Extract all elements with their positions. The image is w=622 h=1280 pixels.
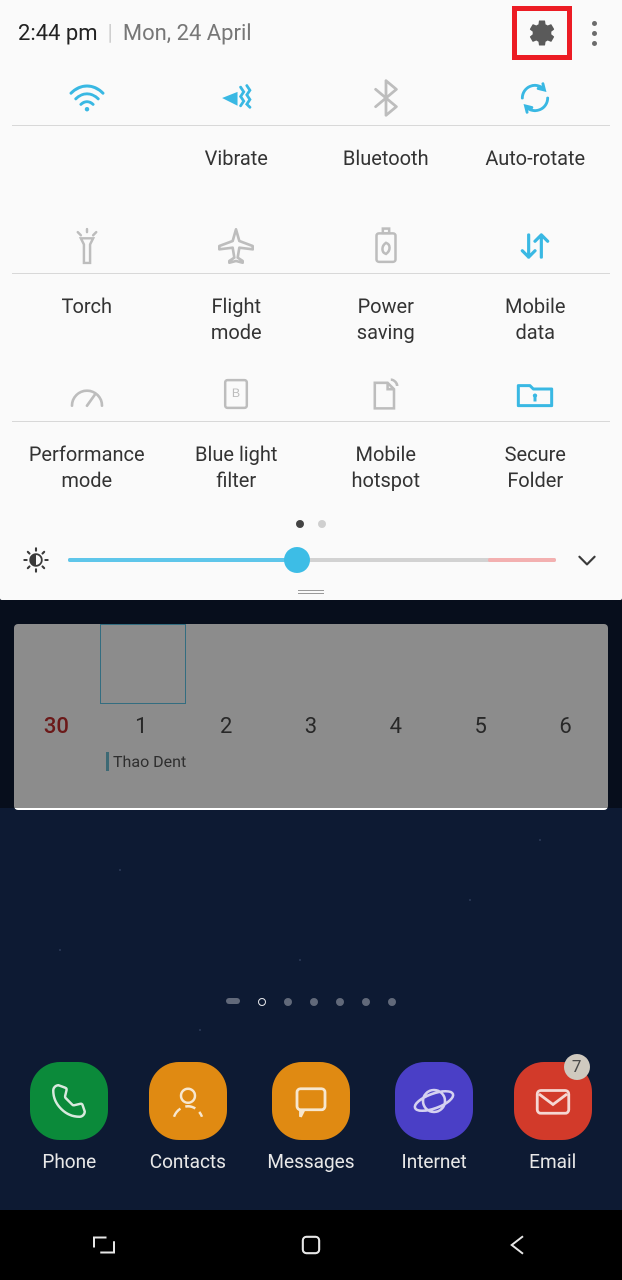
dock: Phone Contacts Messages Internet 7 Ema (0, 1062, 622, 1173)
panel-handle[interactable] (298, 590, 324, 594)
home-dot (284, 998, 292, 1006)
app-contacts[interactable]: Contacts (149, 1062, 227, 1173)
bluetooth-icon (373, 79, 399, 117)
gauge-icon (67, 378, 107, 410)
recents-button[interactable] (89, 1230, 119, 1260)
toggle-label: Vibrate (205, 146, 268, 198)
highlight-box (512, 6, 572, 60)
app-messages[interactable]: Messages (267, 1062, 354, 1173)
qs-page-indicator[interactable] (0, 516, 622, 546)
toggle-bluetooth[interactable]: Bluetooth (311, 66, 461, 214)
app-email[interactable]: 7 Email (514, 1062, 592, 1173)
battery-leaf-icon (371, 227, 401, 265)
back-button[interactable] (503, 1230, 533, 1260)
phone-icon (48, 1080, 90, 1122)
status-row: 2:44 pm | Mon, 24 April (0, 0, 622, 66)
toggle-label: Mobilehotspot (352, 442, 420, 494)
home-button[interactable] (297, 1231, 325, 1259)
toggle-autorotate[interactable]: Auto-rotate (461, 66, 611, 214)
nav-bar (0, 1210, 622, 1280)
toggle-securefolder[interactable]: SecureFolder (461, 362, 611, 510)
qs-dot-active (296, 520, 304, 528)
message-icon (290, 1080, 332, 1122)
svg-text:B: B (232, 386, 240, 400)
toggle-flightmode[interactable]: Flightmode (162, 214, 312, 362)
app-label: Messages (267, 1150, 354, 1173)
app-phone[interactable]: Phone (30, 1062, 108, 1173)
secure-folder-icon (515, 378, 555, 410)
torch-icon (71, 226, 103, 266)
app-label: Phone (42, 1150, 96, 1173)
toggle-mobiledata[interactable]: Mobiledata (461, 214, 611, 362)
home-dot-active (258, 998, 266, 1006)
slider-fill (68, 558, 297, 562)
toggle-label: Performancemode (29, 442, 145, 494)
bluelight-icon: B (221, 377, 251, 411)
contact-icon (167, 1080, 209, 1122)
toggle-label: Auto-rotate (485, 146, 585, 198)
app-label: Contacts (150, 1150, 226, 1173)
status-time: 2:44 pm (18, 21, 98, 46)
chevron-down-icon[interactable] (574, 547, 600, 573)
gear-icon[interactable] (527, 18, 557, 48)
home-dot (362, 998, 370, 1006)
toggle-wifi[interactable] (12, 66, 162, 214)
vibrate-icon (216, 81, 256, 115)
planet-icon (412, 1079, 456, 1123)
toggle-label: Mobiledata (505, 294, 565, 346)
quick-settings-panel: 2:44 pm | Mon, 24 April Vibrate Bluetoot… (0, 0, 622, 600)
app-label: Email (529, 1150, 576, 1173)
toggle-label: Bluetooth (343, 146, 429, 198)
toggle-performance[interactable]: Performancemode (12, 362, 162, 510)
data-arrows-icon (516, 228, 554, 264)
home-dot (226, 998, 240, 1004)
toggle-torch[interactable]: Torch (12, 214, 162, 362)
more-button[interactable] (584, 21, 604, 46)
slider-thumb[interactable] (284, 547, 310, 573)
autorotate-icon (516, 79, 554, 117)
email-badge: 7 (564, 1054, 590, 1080)
brightness-row (0, 546, 622, 590)
airplane-icon (216, 226, 256, 266)
email-icon (532, 1080, 574, 1122)
toggle-powersaving[interactable]: Powersaving (311, 214, 461, 362)
qs-dot (318, 520, 326, 528)
brightness-slider[interactable] (68, 558, 556, 562)
brightness-icon (22, 546, 50, 574)
home-dot (388, 998, 396, 1006)
hotspot-icon (370, 376, 402, 412)
wifi-icon (67, 82, 107, 114)
home-dot (336, 998, 344, 1006)
toggle-label: SecureFolder (505, 442, 566, 494)
home-page-indicator[interactable] (0, 998, 622, 1006)
toggle-label: Powersaving (357, 294, 415, 346)
quick-toggles-grid: Vibrate Bluetooth Auto-rotate Torch Flig… (0, 66, 622, 516)
toggle-label: Blue lightfilter (195, 442, 277, 494)
app-label: Internet (402, 1150, 467, 1173)
app-internet[interactable]: Internet (395, 1062, 473, 1173)
status-date: Mon, 24 April (123, 21, 252, 46)
toggle-label: Flightmode (211, 294, 262, 346)
home-dot (310, 998, 318, 1006)
slider-warning-tail (488, 558, 556, 562)
status-separator: | (108, 21, 113, 46)
toggle-hotspot[interactable]: Mobilehotspot (311, 362, 461, 510)
toggle-bluelight[interactable]: B Blue lightfilter (162, 362, 312, 510)
toggle-vibrate[interactable]: Vibrate (162, 66, 312, 214)
toggle-label: Torch (62, 294, 112, 346)
